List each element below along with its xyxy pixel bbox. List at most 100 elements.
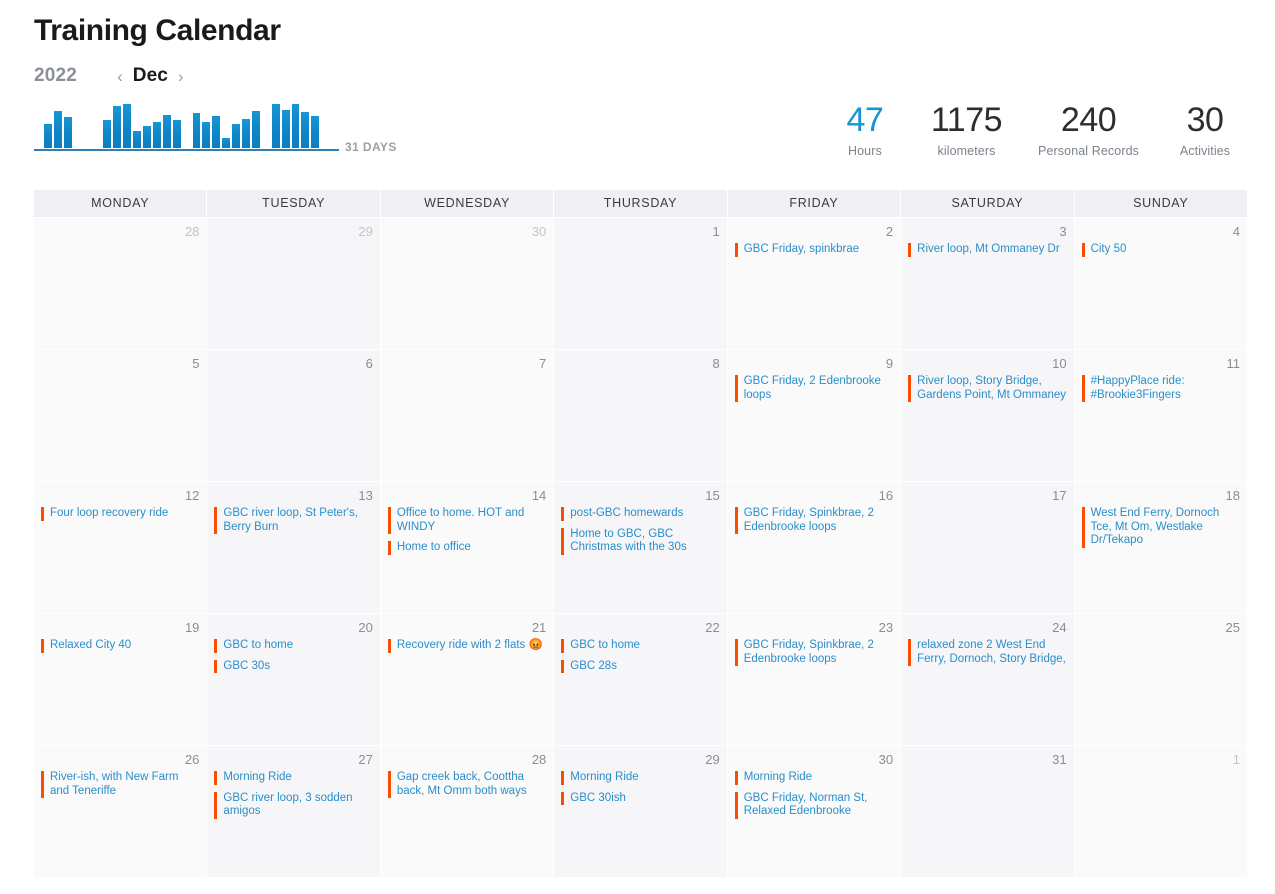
calendar-day-cell[interactable]: 28 Gap creek back, Coottha back, Mt Omm b… [380,746,554,877]
calendar-day-cell[interactable]: 27 Morning Ride GBC river loop, 3 sodden a… [207,746,380,877]
activity-entry[interactable]: Morning Ride [734,771,893,785]
calendar-day-cell[interactable]: 3 River loop, Mt Ommaney Dr [901,218,1074,349]
calendar-day-cell[interactable]: 10 River loop, Story Bridge, Gardens Poin… [901,350,1074,481]
calendar-week-row: 19 Relaxed City 40 20 GBC to home GBC 30s 21 R… [34,614,1247,745]
calendar-day-cell[interactable]: 11 #HappyPlace ride: #Brookie3Fingers [1074,350,1247,481]
day-events: City 50 [1081,243,1240,257]
activity-entry[interactable]: Morning Ride [561,771,719,785]
activity-entry[interactable]: River loop, Mt Ommaney Dr [908,243,1066,257]
stat-personal-records: 240 Personal Records [1020,100,1157,158]
activity-entry[interactable]: GBC river loop, St Peter's, Berry Burn [214,507,372,534]
calendar-day-cell[interactable]: 26 River-ish, with New Farm and Teneriffe [34,746,207,877]
chevron-left-icon[interactable]: ‹ [117,68,123,85]
calendar-day-cell[interactable]: 29 Morning Ride GBC 30ish [554,746,727,877]
calendar-day-cell[interactable]: 22 GBC to home GBC 28s [554,614,727,745]
day-events: post-GBC homewards Home to GBC, GBC Chris… [561,507,719,555]
day-events: GBC river loop, St Peter's, Berry Burn [214,507,372,534]
activity-entry[interactable]: City 50 [1081,243,1240,257]
sparkline-bar [311,116,320,148]
activity-entry[interactable]: GBC 30ish [561,791,719,806]
activity-entry[interactable]: relaxed zone 2 West End Ferry, Dornoch, … [908,639,1066,666]
day-number: 19 [184,620,200,635]
sparkline-bar [192,112,201,148]
activity-entry[interactable]: #HappyPlace ride: #Brookie3Fingers [1081,375,1240,402]
calendar-day-cell[interactable]: 29 [207,218,380,349]
calendar-day-cell[interactable]: 6 [207,350,380,481]
calendar-day-cell[interactable]: 24 relaxed zone 2 West End Ferry, Dornoch… [901,614,1074,745]
calendar-weeks: 28 29 30 1 2 GBC Friday, spinkbrae 3 River loop… [34,218,1247,877]
calendar-day-cell[interactable]: 8 [554,350,727,481]
training-calendar-page: Training Calendar 2022 ‹ Dec › 31 DAYS 4… [0,0,1275,894]
day-number: 22 [705,620,720,635]
activity-entry[interactable]: GBC to home [214,639,372,653]
calendar-day-cell[interactable]: 13 GBC river loop, St Peter's, Berry Burn [207,482,380,613]
day-number: 14 [531,488,547,503]
activity-entry[interactable]: GBC Friday, Spinkbrae, 2 Edenbrooke loop… [734,507,893,534]
activity-entry[interactable]: Office to home. HOT and WINDY [387,507,546,534]
calendar-week-row: 26 River-ish, with New Farm and Teneriffe… [34,746,1247,877]
activity-entry[interactable]: GBC river loop, 3 sodden amigos [214,791,372,819]
day-number: 28 [184,224,200,239]
activity-entry[interactable]: GBC 28s [561,659,719,674]
day-events: relaxed zone 2 West End Ferry, Dornoch, … [908,639,1066,666]
sparkline-bar [212,116,221,148]
calendar-day-cell[interactable]: 12 Four loop recovery ride [34,482,207,613]
activity-entry[interactable]: Home to office [387,541,546,555]
month-navigation-bar: 2022 ‹ Dec › [34,62,184,90]
sparkline-bar [202,122,211,148]
calendar-day-cell[interactable]: 17 [901,482,1074,613]
activity-entry[interactable]: Relaxed City 40 [41,639,199,653]
calendar-day-cell[interactable]: 21 Recovery ride with 2 flats 😡 [380,614,554,745]
calendar-day-cell[interactable]: 20 GBC to home GBC 30s [207,614,380,745]
stat-label: kilometers [937,144,996,158]
activity-entry[interactable]: Morning Ride [214,771,372,785]
activity-entry[interactable]: GBC Friday, Spinkbrae, 2 Edenbrooke loop… [734,639,893,666]
calendar-day-cell[interactable]: 31 [901,746,1074,877]
activity-entry[interactable]: Home to GBC, GBC Christmas with the 30s [561,527,719,555]
calendar-day-cell[interactable]: 16 GBC Friday, Spinkbrae, 2 Edenbrooke lo… [727,482,901,613]
activity-entry[interactable]: GBC to home [561,639,719,653]
activity-entry[interactable]: River loop, Story Bridge, Gardens Point,… [908,375,1066,402]
day-events: #HappyPlace ride: #Brookie3Fingers [1081,375,1240,402]
activity-entry[interactable]: post-GBC homewards [561,507,719,521]
sparkline-bar [232,124,241,148]
day-number: 2 [885,224,894,239]
calendar-day-cell[interactable]: 15 post-GBC homewards Home to GBC, GBC Chr… [554,482,727,613]
day-number: 1 [1232,752,1240,767]
activity-entry[interactable]: West End Ferry, Dornoch Tce, Mt Om, West… [1081,507,1240,548]
calendar-day-cell[interactable]: 25 [1074,614,1247,745]
calendar-day-cell[interactable]: 2 GBC Friday, spinkbrae [727,218,901,349]
stat-value: 47 [846,101,884,139]
calendar-day-cell[interactable]: 1 [554,218,727,349]
calendar-day-cell[interactable]: 28 [34,218,207,349]
calendar-day-cell[interactable]: 4 City 50 [1074,218,1247,349]
calendar-day-cell[interactable]: 5 [34,350,207,481]
day-number: 13 [358,488,373,503]
calendar-day-cell[interactable]: 7 [380,350,554,481]
activity-entry[interactable]: Recovery ride with 2 flats 😡 [387,639,546,653]
activity-entry[interactable]: River-ish, with New Farm and Teneriffe [41,771,199,798]
calendar-day-cell[interactable]: 19 Relaxed City 40 [34,614,207,745]
calendar-day-cell[interactable]: 14 Office to home. HOT and WINDY Home to o… [380,482,554,613]
calendar-day-cell[interactable]: 9 GBC Friday, 2 Edenbrooke loops [727,350,901,481]
calendar-day-cell[interactable]: 18 West End Ferry, Dornoch Tce, Mt Om, We… [1074,482,1247,613]
activity-entry[interactable]: Four loop recovery ride [41,507,199,521]
sparkline-bar [251,110,260,148]
day-events: Gap creek back, Coottha back, Mt Omm bot… [387,771,546,798]
calendar-day-cell[interactable]: 23 GBC Friday, Spinkbrae, 2 Edenbrooke lo… [727,614,901,745]
day-number: 31 [1052,752,1067,767]
activity-entry[interactable]: GBC Friday, 2 Edenbrooke loops [734,375,893,402]
calendar-day-cell[interactable]: 30 [380,218,554,349]
sparkline-bar [63,117,72,148]
calendar-day-cell[interactable]: 30 Morning Ride GBC Friday, Norman St, Rel… [727,746,901,877]
activity-entry[interactable]: GBC 30s [214,659,372,674]
activity-entry[interactable]: Gap creek back, Coottha back, Mt Omm bot… [387,771,546,798]
day-number: 10 [1052,356,1067,371]
day-number: 17 [1052,488,1067,503]
activity-entry[interactable]: GBC Friday, Norman St, Relaxed Edenbrook… [734,791,893,819]
day-events: Morning Ride GBC Friday, Norman St, Relax… [734,771,893,819]
activity-entry[interactable]: GBC Friday, spinkbrae [734,243,893,257]
day-number: 18 [1225,488,1240,503]
calendar-day-cell[interactable]: 1 [1074,746,1247,877]
chevron-right-icon[interactable]: › [178,68,184,85]
